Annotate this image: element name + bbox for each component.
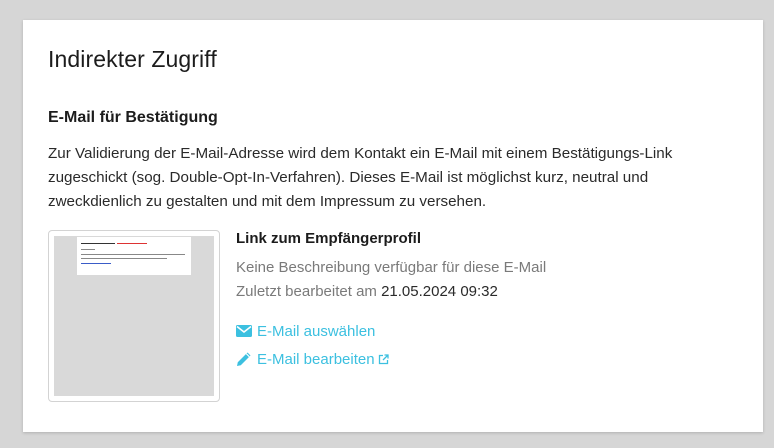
email-name: Link zum Empfängerprofil <box>236 230 422 247</box>
email-info: Link zum Empfängerprofil Keine Beschreib… <box>236 230 546 375</box>
edited-date: 21.05.2024 09:32 <box>381 283 498 300</box>
envelope-icon <box>236 323 254 339</box>
select-email-link[interactable]: E-Mail auswählen <box>236 319 546 343</box>
edit-email-label: E-Mail bearbeiten <box>257 350 375 368</box>
select-email-label: E-Mail auswählen <box>257 322 376 340</box>
pencil-icon <box>236 351 254 367</box>
email-meta: Keine Beschreibung verfügbar für diese E… <box>236 256 546 304</box>
page-title: Indirekter Zugriff <box>48 46 217 72</box>
email-preview <box>77 237 191 275</box>
email-description: Keine Beschreibung verfügbar für diese E… <box>236 259 547 276</box>
external-link-icon <box>378 353 389 365</box>
indirect-access-card: Indirekter Zugriff E-Mail für Bestätigun… <box>23 20 763 432</box>
edited-label: Zuletzt bearbeitet am <box>236 283 377 300</box>
email-thumbnail[interactable] <box>48 230 220 402</box>
edit-email-link[interactable]: E-Mail bearbeiten <box>236 347 546 371</box>
email-actions: E-Mail auswählen E-Mail bearbeiten <box>236 319 546 371</box>
section-description: Zur Validierung der E-Mail-Adresse wird … <box>48 145 673 210</box>
section-title: E-Mail für Bestätigung <box>48 109 218 126</box>
email-edited: Zuletzt bearbeitet am 21.05.2024 09:32 <box>236 280 546 304</box>
email-preview-background <box>54 236 214 396</box>
